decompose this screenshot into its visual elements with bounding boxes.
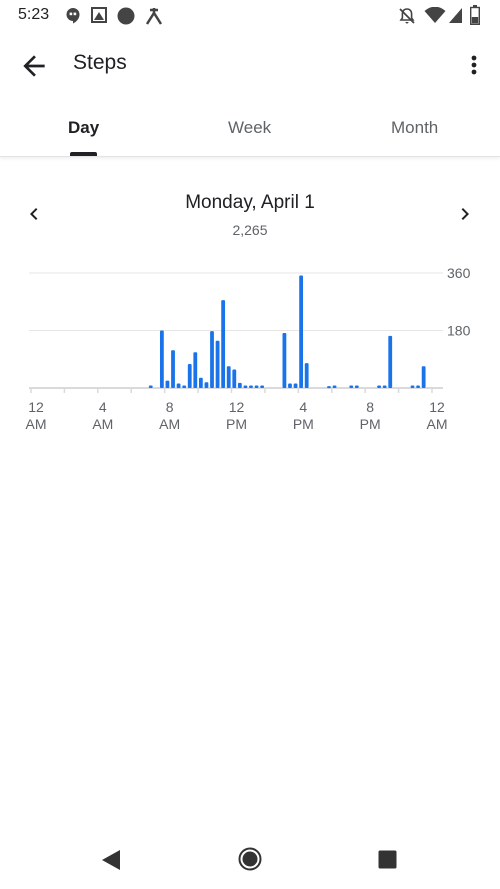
x-tick-label: 4	[99, 399, 107, 415]
bar	[410, 385, 415, 388]
battery-icon	[470, 5, 480, 25]
bar	[215, 340, 220, 388]
bar	[193, 352, 198, 388]
tab-indicator	[70, 152, 97, 156]
tab-week[interactable]: Week	[228, 118, 271, 138]
steps-bar-chart: 36018012AM4AM8AM12PM4PM8PM12AM	[26, 265, 471, 432]
x-tick-label: 12	[229, 399, 245, 415]
bar	[182, 385, 187, 388]
bar	[299, 275, 304, 388]
daily-step-total: 2,265	[232, 222, 268, 238]
bar	[388, 335, 393, 388]
bar	[221, 300, 226, 388]
tools-icon	[145, 8, 163, 25]
bar	[210, 331, 214, 388]
date-title: Monday, April 1	[185, 192, 315, 213]
bar	[171, 350, 175, 388]
tab-month[interactable]: Month	[391, 118, 438, 138]
bar	[187, 364, 192, 388]
x-tick-label: 12	[28, 399, 44, 415]
x-tick-label: 4	[299, 399, 307, 415]
x-tick-label: AM	[427, 416, 448, 432]
circle-icon	[117, 7, 135, 25]
bar	[243, 385, 248, 388]
x-tick-label: AM	[26, 416, 47, 432]
chevron-right-icon[interactable]	[453, 202, 477, 226]
bar	[421, 366, 426, 388]
arrow-back-icon[interactable]	[18, 50, 50, 82]
hangouts-icon	[66, 8, 80, 24]
bar	[176, 383, 181, 388]
nav-back-icon[interactable]	[100, 849, 122, 871]
x-tick-label: 12	[429, 399, 445, 415]
y-tick-label: 180	[447, 323, 471, 339]
notifications-off-icon	[399, 8, 415, 24]
bar	[288, 383, 292, 388]
app-bar: Steps	[0, 32, 500, 96]
x-tick-label: PM	[293, 416, 314, 432]
bar	[349, 385, 354, 388]
photo-icon	[91, 7, 107, 23]
x-tick-label: 8	[366, 399, 374, 415]
bar	[204, 382, 209, 388]
x-tick-label: AM	[159, 416, 180, 432]
x-tick-label: PM	[226, 416, 247, 432]
bar	[249, 385, 253, 388]
tab-day[interactable]: Day	[68, 118, 99, 138]
bar	[260, 385, 265, 388]
period-tabs: Day Week Month	[0, 96, 500, 157]
more-vert-icon[interactable]	[462, 50, 486, 80]
bar	[293, 383, 298, 388]
page-title: Steps	[73, 51, 127, 74]
bar	[198, 377, 203, 388]
bar	[226, 366, 231, 388]
bar	[304, 363, 309, 388]
status-time: 5:23	[18, 6, 50, 23]
system-nav-bar	[0, 829, 500, 889]
bar	[148, 385, 153, 388]
x-tick-label: PM	[360, 416, 381, 432]
bar	[165, 380, 170, 388]
bar	[282, 333, 287, 388]
bar	[354, 385, 359, 388]
y-tick-label: 360	[447, 265, 471, 281]
nav-home-icon[interactable]	[238, 847, 262, 871]
date-navigation: Monday, April 1 2,265	[0, 180, 500, 250]
bar	[254, 385, 259, 388]
bar	[382, 385, 387, 388]
signal-icon	[449, 8, 462, 23]
bar	[237, 382, 242, 388]
wifi-icon	[424, 7, 446, 23]
bar	[377, 385, 381, 388]
x-tick-label: AM	[92, 416, 113, 432]
x-tick-label: 8	[166, 399, 174, 415]
bar	[232, 369, 237, 388]
bar	[416, 385, 420, 388]
bar	[327, 386, 331, 389]
bar	[332, 385, 337, 388]
status-bar: 5:23	[0, 0, 500, 32]
bar	[159, 330, 164, 388]
nav-recents-icon[interactable]	[378, 850, 397, 869]
